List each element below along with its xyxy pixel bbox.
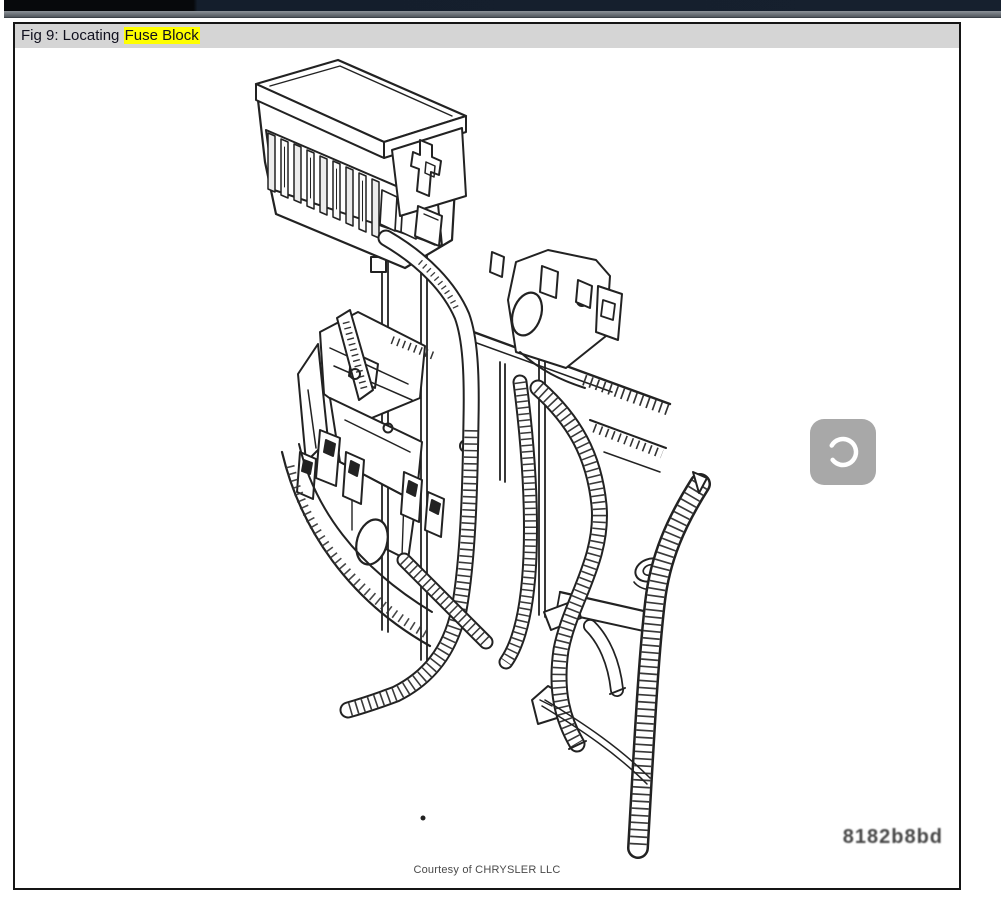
browser-toolbar-strip: [4, 11, 1001, 18]
refresh-spinner-icon: [821, 430, 865, 474]
figure-id-watermark: 8182b8bd: [843, 826, 943, 849]
page: { "browser": { "top_bar_left_color": "#0…: [0, 0, 1001, 910]
courtesy-text: Courtesy of CHRYSLER LLC: [15, 864, 959, 876]
browser-top-bar: [4, 0, 1001, 11]
figure-title-highlight: Fuse Block: [124, 27, 200, 44]
figure-title-bar: Fig 9: Locating Fuse Block: [15, 24, 959, 48]
refresh-button[interactable]: [810, 419, 876, 485]
figure-title-text: Fig 9: Locating: [21, 27, 124, 44]
